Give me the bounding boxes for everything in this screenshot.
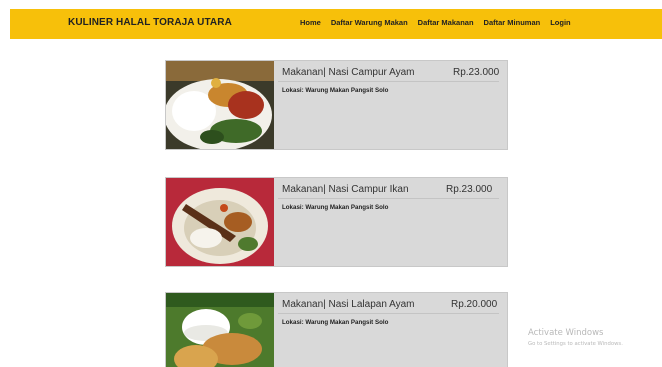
food-card[interactable]: Makanan| Nasi Lalapan Ayam Rp.20.000 Lok… [165, 292, 508, 367]
page: KULINER HALAL TORAJA UTARA Home Daftar W… [0, 0, 662, 367]
food-card[interactable]: Makanan| Nasi Campur Ikan Rp.23.000 Loka… [165, 177, 508, 267]
nav-minuman-link[interactable]: Daftar Minuman [484, 18, 541, 27]
nav-warung-link[interactable]: Daftar Warung Makan [331, 18, 408, 27]
food-price: Rp.23.000 [446, 184, 493, 195]
divider [278, 198, 499, 199]
food-location: Lokasi: Warung Makan Pangsit Solo [282, 204, 389, 211]
food-title: Makanan| Nasi Campur Ikan [282, 184, 409, 195]
food-location: Lokasi: Warung Makan Pangsit Solo [282, 319, 389, 326]
nav-menu: Home Daftar Warung Makan Daftar Makanan … [300, 18, 571, 27]
nasi-lalapan-ayam-photo [166, 293, 274, 367]
food-price: Rp.20.000 [451, 299, 498, 310]
divider [278, 313, 499, 314]
nav-makanan-link[interactable]: Daftar Makanan [418, 18, 474, 27]
food-title: Makanan| Nasi Lalapan Ayam [282, 299, 415, 310]
nav-login-link[interactable]: Login [550, 18, 570, 27]
divider [278, 81, 499, 82]
food-title: Makanan| Nasi Campur Ayam [282, 67, 415, 78]
navbar: KULINER HALAL TORAJA UTARA Home Daftar W… [10, 9, 662, 39]
nasi-campur-ikan-photo [166, 178, 274, 266]
site-brand[interactable]: KULINER HALAL TORAJA UTARA [68, 17, 232, 28]
activate-windows-watermark: Activate Windows Go to Settings to activ… [528, 328, 623, 347]
food-location: Lokasi: Warung Makan Pangsit Solo [282, 87, 389, 94]
watermark-title: Activate Windows [528, 328, 604, 338]
food-card[interactable]: Makanan| Nasi Campur Ayam Rp.23.000 Loka… [165, 60, 508, 150]
nasi-campur-ayam-photo [166, 61, 274, 149]
nav-home-link[interactable]: Home [300, 18, 321, 27]
watermark-subtitle: Go to Settings to activate Windows. [528, 341, 623, 347]
food-price: Rp.23.000 [453, 67, 500, 78]
